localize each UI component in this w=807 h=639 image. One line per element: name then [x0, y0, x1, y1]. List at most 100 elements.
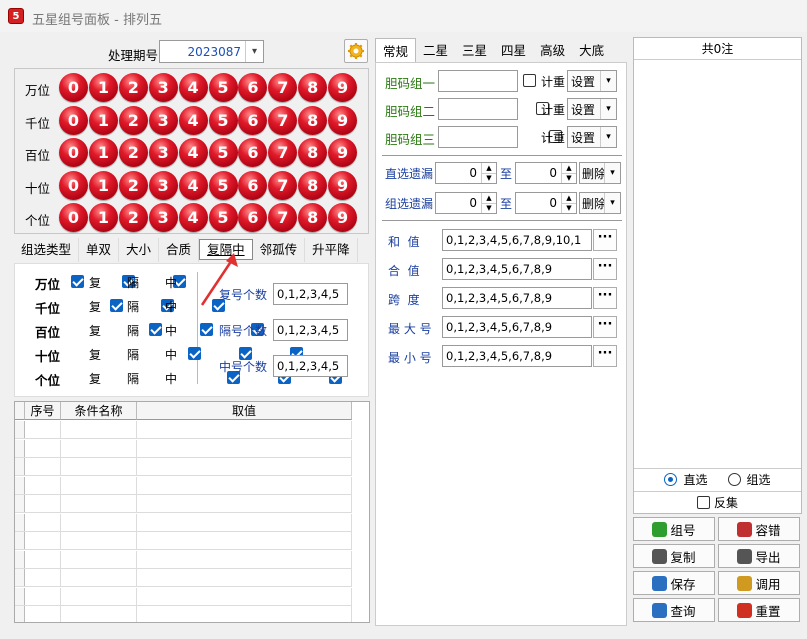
- ball-0-0[interactable]: 0: [59, 73, 88, 102]
- omission-action-select[interactable]: 删除 ▾: [579, 162, 621, 184]
- button-3[interactable]: 导出: [718, 544, 800, 568]
- filter-more-button[interactable]: ···: [593, 345, 617, 367]
- tab-middle-4[interactable]: 高级: [533, 38, 572, 63]
- ball-3-3[interactable]: 3: [148, 170, 178, 200]
- table-row[interactable]: [15, 421, 352, 439]
- ball-1-0[interactable]: 0: [59, 105, 88, 135]
- ball-2-0[interactable]: 0: [59, 138, 88, 167]
- table-row[interactable]: [15, 606, 352, 622]
- ball-4-1[interactable]: 1: [88, 203, 118, 232]
- ball-0-6[interactable]: 6: [238, 73, 268, 102]
- period-select[interactable]: 2023087 ▾: [159, 40, 264, 63]
- spinner-arrows[interactable]: ▲ ▼: [561, 163, 576, 183]
- filter-more-button[interactable]: ···: [593, 229, 617, 251]
- button-4[interactable]: 保存: [633, 571, 715, 595]
- omission-to-spinner[interactable]: 0 ▲ ▼: [515, 192, 577, 214]
- ball-1-9[interactable]: 9: [328, 105, 358, 135]
- ball-4-7[interactable]: 7: [268, 203, 298, 232]
- filter-more-button[interactable]: ···: [593, 258, 617, 280]
- ball-0-4[interactable]: 4: [178, 73, 208, 102]
- dan-group-input[interactable]: [438, 70, 518, 92]
- arrow-down-icon[interactable]: ▼: [482, 174, 496, 184]
- tab-left-5[interactable]: 邻孤传: [253, 238, 306, 262]
- dan-group-input[interactable]: [438, 98, 518, 120]
- ball-2-6[interactable]: 6: [238, 138, 268, 167]
- omission-action-select[interactable]: 删除 ▾: [579, 192, 621, 214]
- ball-4-4[interactable]: 4: [178, 203, 208, 232]
- ball-3-9[interactable]: 9: [328, 170, 358, 200]
- ball-1-8[interactable]: 8: [298, 105, 328, 135]
- ball-3-7[interactable]: 7: [268, 170, 298, 200]
- ball-0-5[interactable]: 5: [208, 73, 238, 102]
- dan-setting-select[interactable]: 设置 ▾: [567, 98, 617, 120]
- ball-4-9[interactable]: 9: [328, 203, 358, 232]
- ball-4-0[interactable]: 0: [59, 203, 88, 232]
- arrow-up-icon[interactable]: ▲: [562, 193, 576, 204]
- omission-to-spinner[interactable]: 0 ▲ ▼: [515, 162, 577, 184]
- filter-more-button[interactable]: ···: [593, 316, 617, 338]
- table-row[interactable]: [15, 532, 352, 550]
- tab-left-0[interactable]: 组选类型: [14, 238, 80, 262]
- ball-0-3[interactable]: 3: [148, 73, 178, 102]
- tab-middle-2[interactable]: 三星: [455, 38, 494, 63]
- spinner-arrows[interactable]: ▲ ▼: [561, 193, 576, 213]
- ball-4-2[interactable]: 2: [118, 203, 148, 232]
- table-row[interactable]: [15, 495, 352, 513]
- count-input[interactable]: 0,1,2,3,4,5: [273, 355, 348, 377]
- invert-checkbox[interactable]: [696, 496, 710, 509]
- ball-2-3[interactable]: 3: [148, 138, 178, 167]
- ball-4-8[interactable]: 8: [298, 203, 328, 232]
- dan-group-input[interactable]: [438, 126, 518, 148]
- result-list[interactable]: [634, 60, 801, 467]
- tab-middle-1[interactable]: 二星: [416, 38, 455, 63]
- table-row[interactable]: [15, 569, 352, 587]
- arrow-up-icon[interactable]: ▲: [562, 163, 576, 174]
- ball-2-8[interactable]: 8: [298, 138, 328, 167]
- table-row[interactable]: [15, 513, 352, 532]
- filter-input[interactable]: 0,1,2,3,4,5,6,7,8,9: [442, 316, 592, 338]
- tab-middle-0[interactable]: 常规: [375, 38, 417, 63]
- table-row[interactable]: [15, 550, 352, 569]
- ball-2-9[interactable]: 9: [328, 138, 358, 167]
- ball-1-2[interactable]: 2: [118, 105, 148, 135]
- ball-0-2[interactable]: 2: [118, 73, 148, 102]
- checkbox-ge-2[interactable]: [200, 323, 213, 336]
- ball-0-1[interactable]: 1: [88, 73, 118, 102]
- ball-3-1[interactable]: 1: [88, 170, 118, 200]
- ball-2-5[interactable]: 5: [208, 138, 238, 167]
- button-2[interactable]: 复制: [633, 544, 715, 568]
- ball-1-5[interactable]: 5: [208, 105, 238, 135]
- dan-setting-select[interactable]: 设置 ▾: [567, 126, 617, 148]
- filter-more-button[interactable]: ···: [593, 287, 617, 309]
- count-input[interactable]: 0,1,2,3,4,5: [273, 319, 348, 341]
- ball-0-7[interactable]: 7: [268, 73, 298, 102]
- checkbox-fu-1[interactable]: [110, 299, 123, 312]
- ball-4-3[interactable]: 3: [148, 203, 178, 232]
- ball-1-1[interactable]: 1: [88, 105, 118, 135]
- table-row[interactable]: [15, 587, 352, 606]
- spinner-arrows[interactable]: ▲ ▼: [481, 193, 496, 213]
- button-0[interactable]: 组号: [633, 517, 715, 541]
- dan-weight-checkbox[interactable]: [523, 74, 536, 87]
- checkbox-fu-0[interactable]: [71, 275, 84, 288]
- tab-left-3[interactable]: 合质: [159, 238, 200, 262]
- button-1[interactable]: 容错: [718, 517, 800, 541]
- filter-input[interactable]: 0,1,2,3,4,5,6,7,8,9: [442, 258, 592, 280]
- arrow-up-icon[interactable]: ▲: [482, 193, 496, 204]
- ball-3-5[interactable]: 5: [208, 170, 238, 200]
- ball-3-8[interactable]: 8: [298, 170, 328, 200]
- ball-4-5[interactable]: 5: [208, 203, 238, 232]
- ball-2-2[interactable]: 2: [118, 138, 148, 167]
- filter-input[interactable]: 0,1,2,3,4,5,6,7,8,9: [442, 345, 592, 367]
- ball-3-0[interactable]: 0: [59, 170, 88, 200]
- ball-2-4[interactable]: 4: [178, 138, 208, 167]
- ball-4-6[interactable]: 6: [238, 203, 268, 232]
- button-5[interactable]: 调用: [718, 571, 800, 595]
- chevron-down-icon[interactable]: ▾: [245, 41, 263, 62]
- table-row[interactable]: [15, 439, 352, 458]
- ball-2-1[interactable]: 1: [88, 138, 118, 167]
- ball-3-6[interactable]: 6: [238, 170, 268, 200]
- arrow-down-icon[interactable]: ▼: [482, 204, 496, 214]
- ball-0-8[interactable]: 8: [298, 73, 328, 102]
- ball-1-4[interactable]: 4: [178, 105, 208, 135]
